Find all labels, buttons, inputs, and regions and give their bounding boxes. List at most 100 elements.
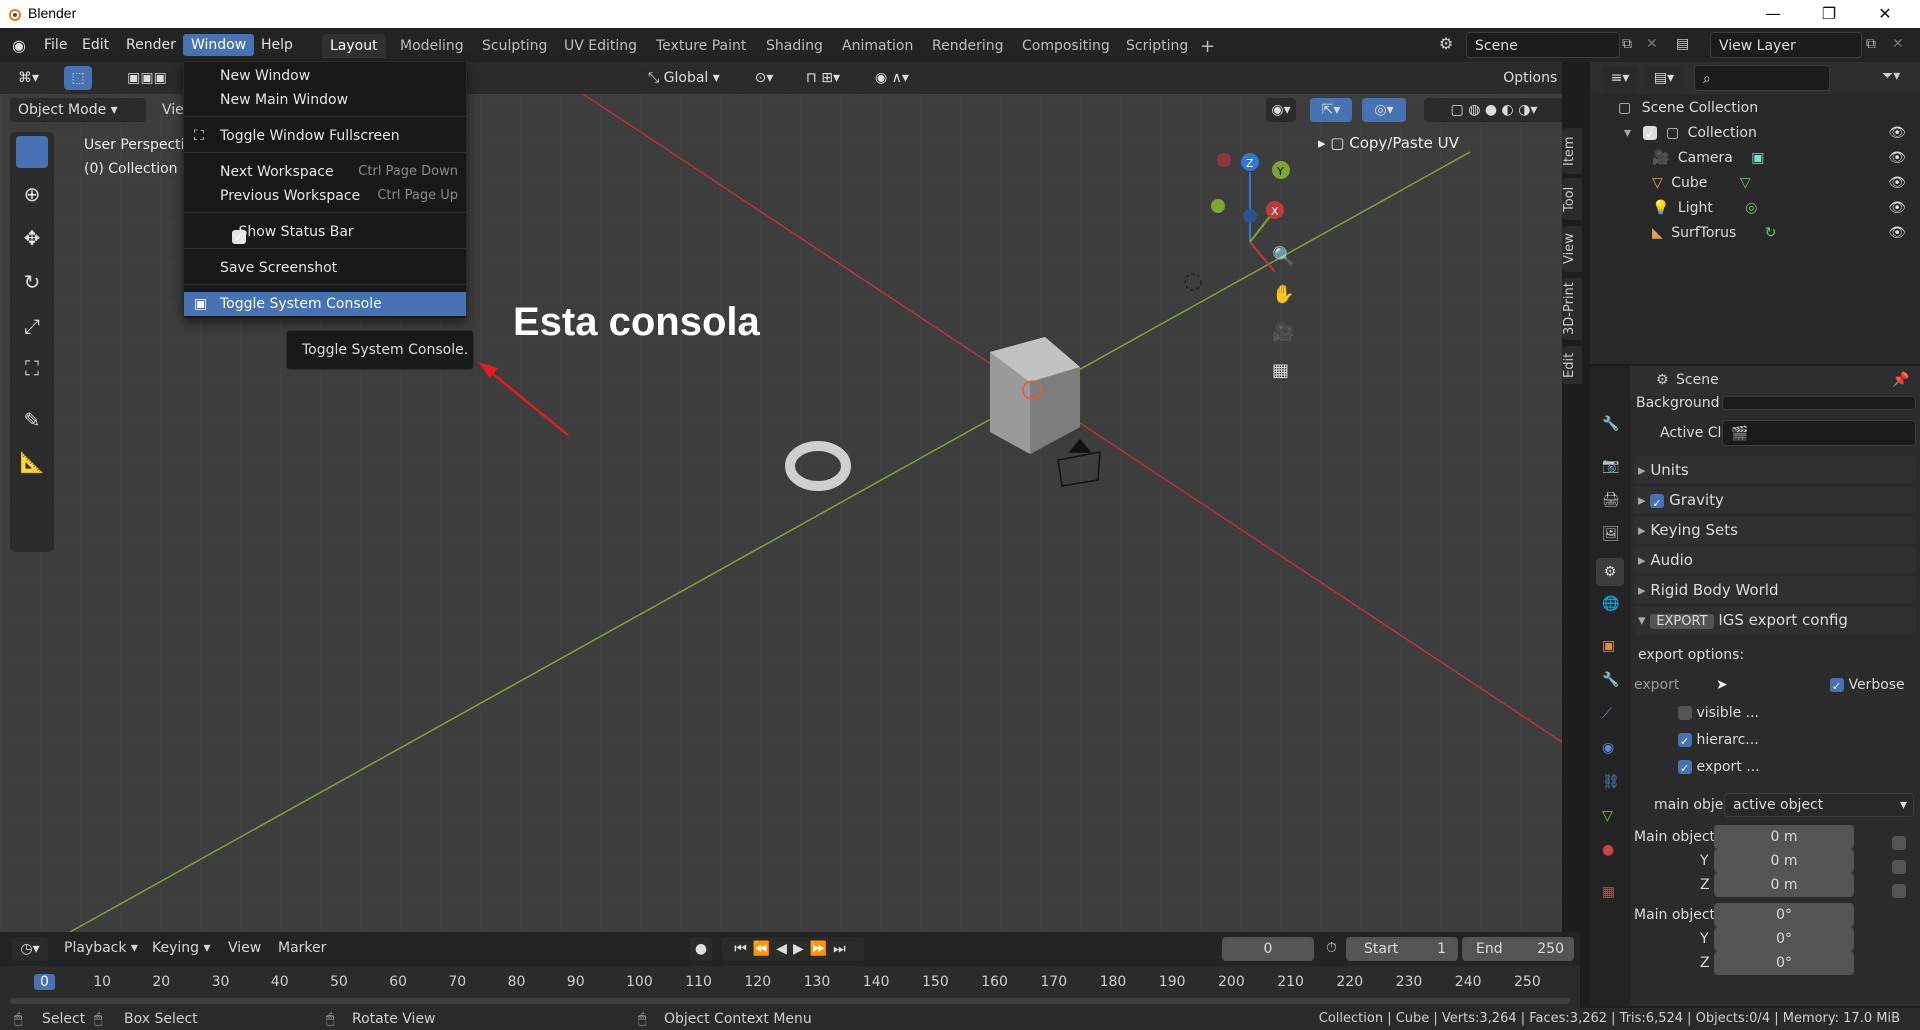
menu-item-toggle-system-console[interactable]: ▣ Toggle System Console bbox=[184, 292, 466, 316]
select-box-tool-icon[interactable] bbox=[16, 136, 48, 168]
scene-field[interactable]: Scene bbox=[1466, 32, 1620, 58]
visibility-icon[interactable]: ◉▾ bbox=[1266, 98, 1296, 122]
cursor-tool-icon[interactable]: ⊕ bbox=[16, 178, 48, 210]
panel-keying-sets[interactable]: ▸ Keying Sets bbox=[1634, 516, 1916, 544]
main-object-dropdown[interactable]: active object ▾ bbox=[1724, 793, 1914, 817]
new-scene-icon[interactable]: ⧉ bbox=[1622, 36, 1632, 52]
panel-igs-export[interactable]: ▾ EXPORT IGS export config bbox=[1634, 606, 1916, 634]
pivot-icon[interactable]: ⊙▾ bbox=[746, 66, 782, 90]
rotation-x-field[interactable]: 0° bbox=[1714, 903, 1854, 927]
view-layer-browse-icon[interactable]: ▤ bbox=[1676, 36, 1689, 52]
frame-ruler[interactable]: 0 10 20 30 40 50 60 70 80 90 100 110 120 130 140 150 160… bbox=[0, 966, 1580, 1008]
physics-tab-icon[interactable]: ◉ bbox=[1602, 740, 1614, 756]
menu-item-new-main-window[interactable]: New Main Window bbox=[184, 88, 466, 112]
end-frame-field[interactable]: End 250 bbox=[1462, 937, 1574, 961]
object-mode-dropdown[interactable]: Object Mode ▾ bbox=[10, 98, 146, 122]
shading-modes[interactable]: ▢ ◍ ● ◐ ◑▾ bbox=[1424, 98, 1562, 122]
minimize-icon[interactable]: — bbox=[1750, 0, 1796, 28]
close-icon[interactable]: ✕ bbox=[1862, 0, 1908, 28]
annotate-tool-icon[interactable]: ✎ bbox=[16, 404, 48, 436]
checkbox-icon[interactable] bbox=[1650, 490, 1665, 518]
outliner-editor-icon[interactable]: ≡▾ bbox=[1602, 66, 1638, 90]
menu-render[interactable]: Render bbox=[118, 34, 184, 56]
scene-tab-icon[interactable]: ⚙ bbox=[1596, 558, 1624, 586]
filter-icon[interactable]: ⏷▾ bbox=[1882, 68, 1900, 84]
gizmo-toggle-icon[interactable]: ⇱▾ bbox=[1310, 98, 1352, 122]
transform-orientation[interactable]: ⤡ Global ▾ bbox=[640, 66, 738, 90]
background-scene-field[interactable] bbox=[1722, 396, 1916, 410]
outliner-row[interactable]: 🎥 Camera ▣ 👁 bbox=[1590, 146, 1920, 171]
outliner-row[interactable]: ◣ SurfTorus ↻ 👁 bbox=[1590, 221, 1920, 246]
export-sub-checkbox[interactable]: export ... bbox=[1630, 754, 1920, 782]
menu-item-show-status-bar[interactable]: Show Status Bar bbox=[184, 220, 466, 250]
stopwatch-icon[interactable]: ⏱ bbox=[1326, 940, 1337, 956]
select-box-modes[interactable]: ▣▣▣ bbox=[110, 66, 184, 90]
particles-tab-icon[interactable]: ⟋ bbox=[1602, 706, 1612, 722]
timeline-menu-view[interactable]: View bbox=[228, 940, 261, 956]
measure-tool-icon[interactable]: 📐 bbox=[16, 446, 48, 478]
tab-uv-editing[interactable]: UV Editing bbox=[556, 34, 645, 58]
tab-sculpting[interactable]: Sculpting bbox=[474, 34, 555, 58]
record-icon[interactable]: ● bbox=[690, 937, 712, 961]
tab-shading[interactable]: Shading bbox=[758, 34, 831, 58]
remove-scene-icon[interactable]: ✕ bbox=[1646, 36, 1658, 52]
proportional-edit-icon[interactable]: ◉ ∧▾ bbox=[862, 66, 922, 90]
eye-icon[interactable]: 👁 bbox=[1888, 196, 1906, 221]
tab-rendering[interactable]: Rendering bbox=[924, 34, 1012, 58]
start-frame-field[interactable]: Start 1 bbox=[1346, 937, 1458, 961]
panel-units[interactable]: ▸ Units bbox=[1634, 456, 1916, 484]
menu-item-new-window[interactable]: New Window bbox=[184, 64, 466, 88]
options-dropdown[interactable]: Options ▾ bbox=[1498, 66, 1562, 90]
new-view-layer-icon[interactable]: ⧉ bbox=[1866, 36, 1876, 52]
data-tab-icon[interactable]: ▽ bbox=[1602, 808, 1613, 824]
menu-file[interactable]: File bbox=[36, 34, 75, 56]
tab-texture-paint[interactable]: Texture Paint bbox=[648, 34, 754, 58]
editor-type-icon[interactable]: ⌘▾ bbox=[10, 66, 48, 90]
copy-paste-uv-panel[interactable]: ▸ ▢ Copy/Paste UV bbox=[1318, 130, 1562, 156]
lock-checkbox[interactable] bbox=[1892, 884, 1906, 898]
eye-icon[interactable]: 👁 bbox=[1888, 171, 1906, 196]
sidebar-tab-item[interactable]: Item bbox=[1562, 128, 1582, 174]
tool-tab-icon[interactable]: 🔧 bbox=[1602, 416, 1619, 432]
timeline-editor-icon[interactable]: ◷▾ bbox=[12, 937, 48, 961]
panel-rigid-body-world[interactable]: ▸ Rigid Body World bbox=[1634, 576, 1916, 604]
blender-menu-icon[interactable]: ◉ bbox=[12, 36, 32, 56]
snap-icon[interactable]: ⊓ ⊞▾ bbox=[790, 66, 856, 90]
menu-item-previous-workspace[interactable]: Previous Workspace Ctrl Page Up bbox=[184, 184, 466, 208]
rotate-tool-icon[interactable]: ↻ bbox=[16, 266, 48, 298]
timeline-menu-keying[interactable]: Keying ▾ bbox=[152, 940, 211, 956]
camera-view-icon[interactable]: 🎥 bbox=[1272, 322, 1294, 343]
visible-checkbox[interactable]: visible ... bbox=[1630, 700, 1920, 726]
texture-tab-icon[interactable]: ▦ bbox=[1602, 884, 1615, 900]
menu-edit[interactable]: Edit bbox=[74, 34, 117, 56]
modifier-tab-icon[interactable]: 🔧 bbox=[1602, 672, 1619, 688]
menu-item-save-screenshot[interactable]: Save Screenshot bbox=[184, 256, 466, 280]
move-tool-icon[interactable]: ✥ bbox=[16, 222, 48, 254]
outliner-search-input[interactable]: ⌕ bbox=[1694, 65, 1830, 91]
verbose-checkbox[interactable]: Verbose bbox=[1830, 672, 1905, 700]
remove-view-layer-icon[interactable]: ✕ bbox=[1892, 36, 1904, 52]
sidebar-tab-view[interactable]: View bbox=[1562, 226, 1582, 272]
scale-tool-icon[interactable]: ⤢ bbox=[16, 310, 48, 342]
panel-audio[interactable]: ▸ Audio bbox=[1634, 546, 1916, 574]
tab-compositing[interactable]: Compositing bbox=[1014, 34, 1118, 58]
scene-browse-icon[interactable]: ⚙ bbox=[1430, 34, 1462, 58]
object-tab-icon[interactable]: ▣ bbox=[1602, 638, 1615, 654]
menu-window[interactable]: Window bbox=[183, 34, 255, 56]
timeline-scrollbar[interactable] bbox=[10, 998, 1570, 1004]
tab-modeling[interactable]: Modeling bbox=[392, 34, 472, 58]
outliner-row[interactable]: 💡 Light ◎ 👁 bbox=[1590, 196, 1920, 221]
rotation-y-field[interactable]: 0° bbox=[1714, 927, 1854, 951]
current-frame-field[interactable]: 0 bbox=[1222, 937, 1314, 961]
hierarchy-checkbox[interactable]: hierarc... bbox=[1630, 727, 1920, 755]
tab-animation[interactable]: Animation bbox=[834, 34, 921, 58]
menu-help[interactable]: Help bbox=[253, 34, 301, 56]
display-mode-icon[interactable]: ▤▾ bbox=[1646, 66, 1682, 90]
view-layer-tab-icon[interactable]: 🖼 bbox=[1602, 526, 1620, 542]
location-y-field[interactable]: 0 m bbox=[1714, 849, 1854, 873]
transform-tool-icon[interactable]: ⛶ bbox=[16, 352, 48, 384]
timeline-menu-marker[interactable]: Marker bbox=[278, 940, 326, 956]
sidebar-tab-tool[interactable]: Tool bbox=[1562, 178, 1582, 220]
active-clip-field[interactable]: 🎬 bbox=[1722, 420, 1916, 446]
eye-icon[interactable]: 👁 bbox=[1888, 121, 1906, 146]
